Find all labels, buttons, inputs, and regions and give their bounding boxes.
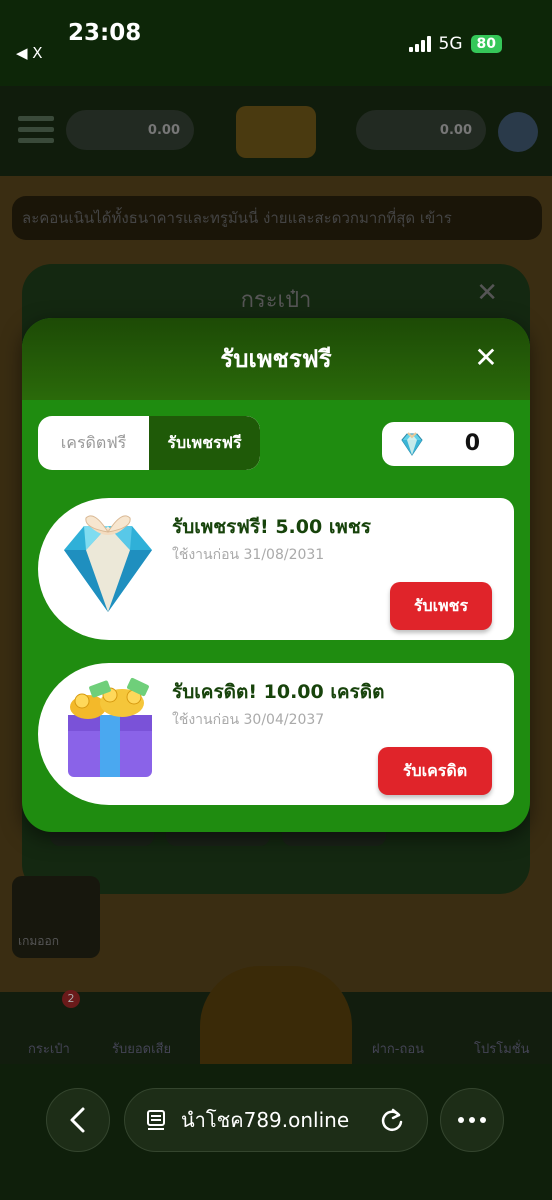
url-bar[interactable]: นำโชค789.online (124, 1088, 428, 1152)
tab-free-credit[interactable]: เครดิตฟรี (38, 416, 149, 470)
tab-free-diamond[interactable]: รับเพชรฟรี (149, 416, 260, 470)
network-label: 5G (438, 34, 463, 54)
reward-card-diamond: รับเพชรฟรี! 5.00 เพชร ใช้งานก่อน 31/08/2… (38, 498, 514, 640)
close-button[interactable]: ✕ (470, 342, 502, 374)
close-icon: ✕ (474, 341, 498, 374)
ellipsis-icon (458, 1117, 486, 1123)
diamond-counter: 0 (382, 422, 514, 466)
reward-expiry: ใช้งานก่อน 30/04/2037 (172, 712, 325, 728)
reward-title: รับเพชรฟรี! 5.00 เพชร (172, 516, 371, 538)
reward-card-credit: รับเครดิต! 10.00 เครดิต ใช้งานก่อน 30/04… (38, 663, 514, 805)
chevron-left-icon (70, 1107, 85, 1133)
page-icon (147, 1110, 165, 1130)
more-options-button[interactable] (440, 1088, 504, 1152)
diamond-icon (401, 432, 423, 456)
gift-box-icon (68, 677, 152, 777)
status-icons: 5G 80 (408, 34, 502, 54)
nav-leaderboard: รับยอดเสีย (112, 1042, 172, 1057)
tab-bar: เครดิตฟรี รับเพชรฟรี (38, 416, 260, 470)
clock: 23:08 (68, 20, 142, 46)
diamond-count: 0 (464, 431, 480, 456)
notification-badge: 2 (62, 990, 80, 1008)
center-logo-button (200, 966, 352, 1064)
modal-title: รับเพชรฟรี (220, 345, 332, 373)
diamond-balance: 0.00 (66, 110, 194, 150)
reward-expiry: ใช้งานก่อน 31/08/2031 (172, 547, 325, 563)
coin-balance: 0.00 (356, 110, 486, 150)
wallet-modal-title: กระเป๋า (240, 288, 312, 313)
back-to-app-link[interactable]: ◀ X (16, 44, 43, 62)
diamond-balance-value: 0.00 (147, 122, 180, 138)
menu-icon (18, 116, 54, 144)
nav-promo: โปรโมชั่น (474, 1042, 530, 1057)
nav-wallet: กระเป๋า (28, 1042, 70, 1057)
battery-icon: 80 (470, 35, 502, 53)
coin-balance-value: 0.00 (439, 122, 472, 138)
announcement-marquee: ละคอนเนินได้ทั้งธนาคารและทรูมันนี่ ง่ายแ… (12, 196, 542, 240)
claim-diamond-button[interactable]: รับเพชร (390, 582, 492, 630)
browser-toolbar: นำโชค789.online (0, 1064, 552, 1200)
app-header: 0.00 0.00 (0, 86, 552, 176)
browser-back-button[interactable] (46, 1088, 110, 1152)
site-logo (236, 106, 316, 158)
free-diamond-modal: รับเพชรฟรี ✕ เครดิตฟรี รับเพชรฟรี 0 รับเ… (22, 318, 530, 832)
status-bar: ◀ X 23:08 5G 80 (0, 0, 552, 86)
reload-icon[interactable] (379, 1107, 405, 1135)
nav-deposit: ฝาก-ถอน (372, 1042, 425, 1057)
signal-icon (408, 36, 431, 52)
url-text: นำโชค789.online (181, 1108, 350, 1132)
reward-title: รับเครดิต! 10.00 เครดิต (172, 681, 385, 703)
close-icon: ✕ (476, 278, 498, 308)
diamond-gift-icon (64, 515, 152, 612)
avatar (498, 112, 538, 152)
game-tile-label: เกมออก (18, 934, 59, 948)
claim-credit-button[interactable]: รับเครดิต (378, 747, 492, 795)
